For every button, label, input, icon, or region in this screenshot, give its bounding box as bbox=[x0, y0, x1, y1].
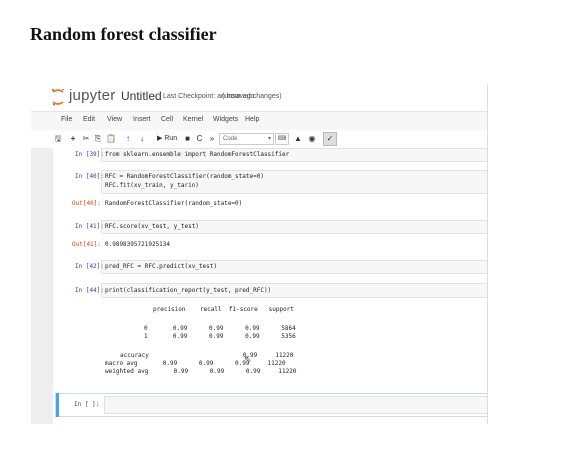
arrow-down-icon[interactable]: ↓ bbox=[137, 133, 147, 144]
stop-icon[interactable]: ■ bbox=[183, 133, 192, 144]
notebook-container: In [39]: from sklearn.ensemble import Ra… bbox=[53, 148, 487, 424]
empty-code-input[interactable] bbox=[104, 396, 487, 414]
menu-edit[interactable]: Edit bbox=[83, 116, 95, 123]
page-title: Random forest classifier bbox=[30, 24, 217, 44]
output-prompt-41: Out[41]: bbox=[72, 241, 101, 248]
output-40: RandomForestClassifier(random_state=0) bbox=[105, 200, 243, 207]
report-row-1: 1 0.99 0.99 0.99 5356 bbox=[144, 333, 296, 340]
cell-type-select[interactable]: Code ▾ bbox=[219, 133, 274, 145]
restart-icon[interactable]: C bbox=[195, 133, 204, 144]
input-prompt-39: In [39]: bbox=[75, 151, 104, 158]
plus-icon[interactable]: + bbox=[68, 133, 78, 144]
menu-bar: File Edit View Insert Cell Kernel Widget… bbox=[31, 111, 487, 131]
input-prompt-44: In [44]: bbox=[75, 287, 104, 294]
paste-icon[interactable]: 📋 bbox=[106, 133, 116, 144]
report-accuracy: accuracy 0.99 11220 bbox=[120, 352, 294, 359]
report-row-0: 0 0.99 0.99 0.99 5864 bbox=[144, 325, 296, 332]
selected-empty-cell[interactable]: In [ ]: bbox=[55, 393, 487, 417]
toolbar: 🖫 + ✂ ⎘ 📋 ↑ ↓ ▶ Run ■ C » Code ▾ ⌨ ▲ ◉ ✓ bbox=[31, 130, 487, 149]
cut-icon[interactable]: ✂ bbox=[81, 133, 91, 144]
report-macro-avg: macro avg 0.99 0.99 0.99 11220 bbox=[105, 360, 286, 367]
mouse-cursor-icon: ⇖ bbox=[244, 354, 252, 364]
fast-forward-icon[interactable]: » bbox=[207, 133, 217, 144]
code-40-line1[interactable]: RFC = RandomForestClassifier(random_stat… bbox=[105, 173, 264, 180]
output-prompt-40: Out[40]: bbox=[72, 200, 101, 207]
copy-icon[interactable]: ⎘ bbox=[93, 133, 103, 144]
caret-up-icon[interactable]: ▲ bbox=[293, 133, 303, 144]
code-44[interactable]: print(classification_report(y_test, pred… bbox=[105, 287, 271, 294]
chevron-down-icon: ▾ bbox=[267, 136, 271, 142]
check-icon[interactable]: ✓ bbox=[323, 132, 337, 146]
arrow-up-icon[interactable]: ↑ bbox=[123, 133, 133, 144]
code-40-line2[interactable]: RFC.fit(xv_train, y_tarin) bbox=[105, 182, 199, 189]
jupyter-header: jupyter Untitled Last Checkpoint: an hou… bbox=[31, 84, 487, 110]
menu-cell[interactable]: Cell bbox=[161, 116, 173, 123]
cell-type-value: Code bbox=[223, 136, 238, 142]
menu-kernel[interactable]: Kernel bbox=[183, 116, 203, 123]
save-icon[interactable]: 🖫 bbox=[53, 133, 63, 144]
input-prompt-40: In [40]: bbox=[75, 173, 104, 180]
menu-widgets[interactable]: Widgets bbox=[213, 116, 238, 123]
report-header: precision recall f1-score support bbox=[153, 306, 294, 313]
run-button[interactable]: ▶ Run bbox=[157, 133, 177, 144]
jupyter-logo-icon bbox=[52, 88, 64, 106]
code-42[interactable]: pred_RFC = RFC.predict(xv_test) bbox=[105, 263, 217, 270]
menu-view[interactable]: View bbox=[107, 116, 122, 123]
menu-file[interactable]: File bbox=[61, 116, 72, 123]
input-prompt-41: In [41]: bbox=[75, 223, 104, 230]
jupyter-logo-text[interactable]: jupyter bbox=[69, 87, 115, 104]
code-39[interactable]: from sklearn.ensemble import RandomFores… bbox=[105, 151, 289, 158]
selected-cell-indicator bbox=[56, 393, 59, 417]
eye-icon[interactable]: ◉ bbox=[307, 133, 317, 144]
menu-help[interactable]: Help bbox=[245, 116, 259, 123]
keyboard-icon[interactable]: ⌨ bbox=[275, 133, 289, 145]
notebook-area: In [39]: from sklearn.ensemble import Ra… bbox=[31, 148, 487, 424]
notebook-name[interactable]: Untitled bbox=[121, 89, 162, 103]
report-weighted-avg: weighted avg 0.99 0.99 0.99 11220 bbox=[105, 368, 297, 375]
unsaved-indicator: (unsaved changes) bbox=[222, 93, 282, 100]
left-gutter bbox=[31, 148, 53, 424]
jupyter-screenshot: jupyter Untitled Last Checkpoint: an hou… bbox=[31, 84, 488, 424]
output-41: 0.9898395721925134 bbox=[105, 241, 171, 248]
menu-insert[interactable]: Insert bbox=[133, 116, 151, 123]
input-prompt-42: In [42]: bbox=[75, 263, 104, 270]
code-41[interactable]: RFC.score(xv_test, y_test) bbox=[105, 223, 199, 230]
input-prompt-empty: In [ ]: bbox=[74, 401, 100, 408]
